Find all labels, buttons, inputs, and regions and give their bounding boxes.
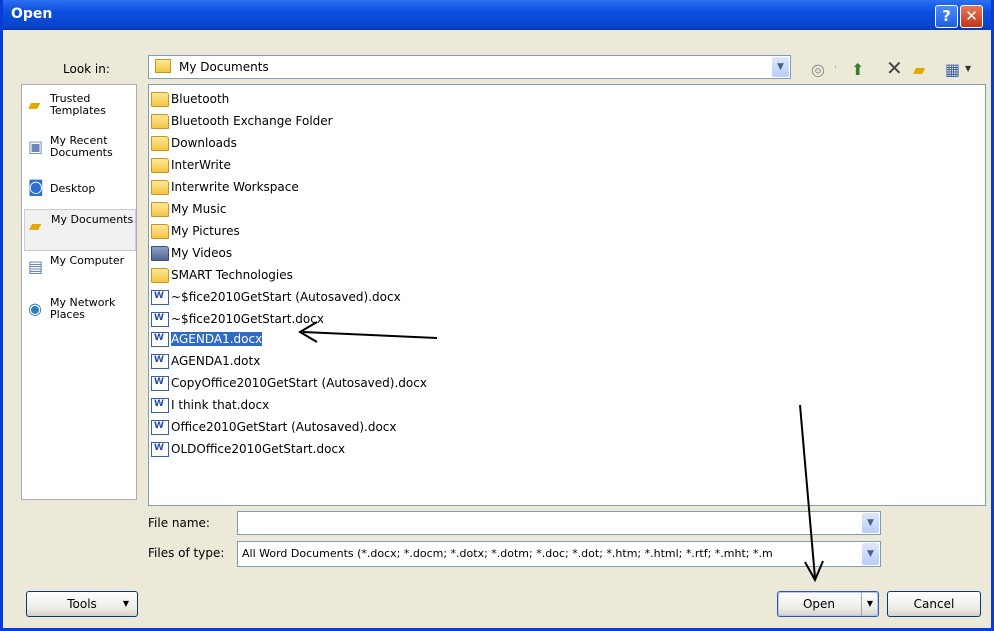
arrow-to-open [799,404,816,579]
annotation-arrows [298,321,824,583]
arrow-to-agenda [302,331,438,339]
open-dialog: Open ? ✕ Look in: My Documents ▼ ◎ · ⬆ ✕… [0,0,994,631]
